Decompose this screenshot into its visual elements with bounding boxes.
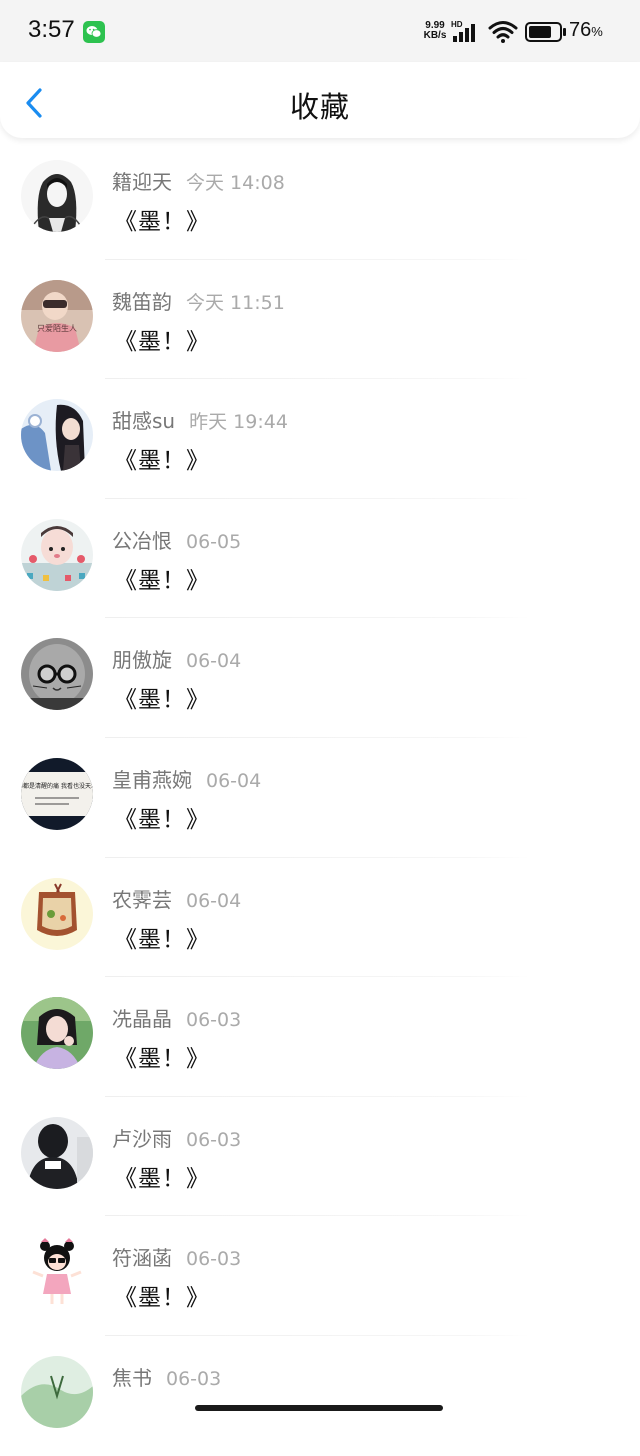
avatar[interactable] [21,877,93,950]
avatar[interactable] [21,518,93,591]
message-preview: 《墨！》 [114,926,210,953]
home-indicator[interactable] [195,1405,443,1411]
timestamp: 06-04 [186,650,242,673]
favorite-item[interactable]: 籍迎天 今天 14:08 《墨！》 [0,140,640,260]
timestamp: 昨天 19:44 [189,411,288,434]
item-meta: 卢沙雨 06-03 [112,1123,241,1151]
message-preview: 《墨！》 [114,687,210,714]
timestamp: 06-03 [186,1248,242,1271]
timestamp: 06-03 [166,1367,222,1390]
message-preview: 《墨！》 [114,328,210,355]
battery-unit: % [591,24,603,39]
timestamp: 06-04 [206,769,262,792]
wechat-notification-icon [83,21,105,43]
avatar[interactable]: 只爱陌生人 [21,279,93,352]
timestamp: 06-05 [186,530,242,553]
message-preview: 《墨！》 [114,567,210,594]
item-meta: 焦书 06-03 [112,1362,221,1390]
avatar[interactable] [21,997,93,1070]
avatar[interactable] [21,399,93,472]
item-meta: 农霁芸 06-04 [112,884,241,912]
message-preview: 《墨！》 [114,448,210,475]
avatar[interactable] [21,1355,93,1428]
message-preview: 《墨！》 [114,1285,210,1312]
avatar[interactable] [21,160,93,232]
contact-name: 卢沙雨 [112,1126,172,1151]
message-preview: 《墨！》 [114,209,210,235]
favorite-item[interactable]: 农霁芸 06-04 《墨！》 [0,858,640,978]
contact-name: 籍迎天 [112,170,172,194]
wifi-icon [488,21,518,43]
contact-name: 焦书 [112,1365,152,1390]
timestamp: 06-04 [186,889,242,912]
message-preview: 《墨！》 [114,1165,210,1192]
contact-name: 农霁芸 [112,887,172,912]
timestamp: 今天 11:51 [186,291,285,314]
item-meta: 冼晶晶 06-03 [112,1003,241,1031]
favorite-item[interactable]: 只爱陌生人 魏笛韵 今天 11:51 《墨！》 [0,260,640,380]
avatar-caption: 哪都是清醒的痛 我看也没天本 [21,782,93,790]
network-speed-unit: KB/s [423,30,447,41]
avatar[interactable] [21,638,93,711]
contact-name: 冼晶晶 [112,1007,172,1032]
timestamp: 06-03 [186,1009,242,1032]
battery-icon [525,22,566,42]
page-title: 收藏 [289,90,350,124]
contact-name: 公冶恨 [112,528,172,553]
contact-name: 魏笛韵 [112,289,172,314]
item-meta: 甜感su 昨天 19:44 [112,405,288,433]
message-preview: 《墨！》 [114,806,210,833]
favorite-item[interactable]: 甜感su 昨天 19:44 《墨！》 [0,379,640,499]
header: 收藏 [0,62,640,138]
message-preview: 《墨！》 [114,1046,210,1073]
contact-name: 皇甫燕婉 [112,767,192,792]
status-time: 3:57 [28,16,75,43]
contact-name: 朋傲旋 [112,648,172,673]
favorite-item[interactable]: 符涵菡 06-03 《墨！》 [0,1216,640,1336]
item-meta: 皇甫燕婉 06-04 [112,764,261,792]
avatar-caption: 只爱陌生人 [37,323,77,333]
favorite-item[interactable]: 朋傲旋 06-04 《墨！》 [0,618,640,738]
favorites-list: 籍迎天 今天 14:08 《墨！》 只爱陌生人 魏笛韵 今天 11:51 《墨！》 [0,140,640,1456]
item-meta: 符涵菡 06-03 [112,1242,241,1270]
network-speed: 9.99 KB/s [419,21,451,41]
contact-name: 甜感su [112,409,176,434]
timestamp: 06-03 [186,1128,242,1151]
item-meta: 公冶恨 06-05 [112,525,241,553]
avatar[interactable] [21,1236,93,1309]
avatar[interactable]: 哪都是清醒的痛 我看也没天本 [21,757,93,830]
signal-icon [453,24,475,42]
favorite-item[interactable]: 哪都是清醒的痛 我看也没天本 皇甫燕婉 06-04 《墨！》 [0,738,640,858]
battery-value: 76 [569,19,592,41]
battery-percent: 76% [569,19,603,42]
avatar[interactable] [21,1116,93,1189]
item-meta: 魏笛韵 今天 11:51 [112,286,285,314]
favorite-item[interactable]: 冼晶晶 06-03 《墨！》 [0,977,640,1097]
status-bar: 3:57 9.99 KB/s HD 76% [0,0,640,62]
favorite-item[interactable]: 焦书 06-03 [0,1336,640,1456]
timestamp: 今天 14:08 [186,172,285,194]
item-meta: 籍迎天 今天 14:08 [112,166,285,194]
favorite-item[interactable]: 卢沙雨 06-03 《墨！》 [0,1097,640,1217]
favorite-item[interactable]: 公冶恨 06-05 《墨！》 [0,499,640,619]
contact-name: 符涵菡 [112,1246,172,1271]
item-meta: 朋傲旋 06-04 [112,644,241,672]
